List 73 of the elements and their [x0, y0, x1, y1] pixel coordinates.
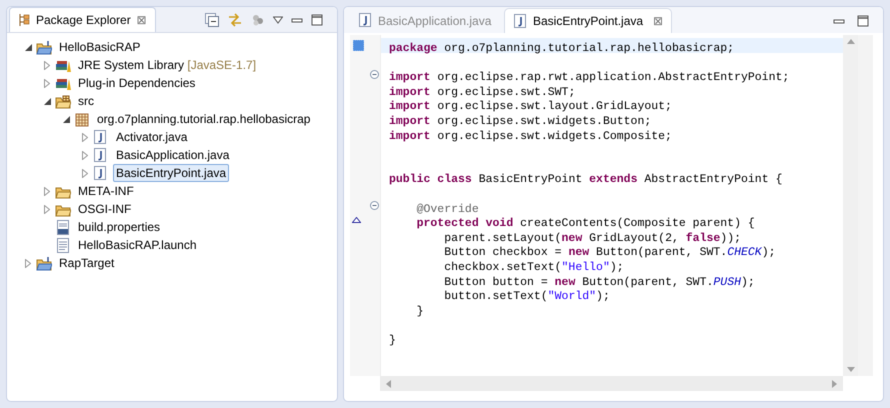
collapsed-arrow-icon[interactable] [44, 60, 50, 70]
close-icon[interactable]: ⊠ [136, 11, 147, 29]
link-arrows-icon[interactable] [227, 12, 243, 26]
horizontal-scrollbar[interactable] [380, 376, 843, 391]
tree-item[interactable]: src [75, 92, 97, 110]
collapsed-arrow-icon[interactable] [44, 204, 50, 214]
code-line: } [416, 304, 424, 318]
tree-item[interactable]: RapTarget [56, 254, 118, 272]
code-line: protected void createContents(Composite parent) { [416, 217, 755, 230]
maximize-icon[interactable] [311, 14, 323, 26]
tree-item[interactable]: org.o7planning.tutorial.rap.hellobasicrap [94, 110, 314, 128]
code-line: parent.setLayout(new GridLayout(2, false)); [443, 232, 742, 245]
scroll-down-icon[interactable] [846, 367, 854, 372]
tree-item[interactable]: HelloBasicRAP.launch [75, 236, 200, 254]
java-file-icon [513, 14, 527, 28]
code-line: import org.eclipse.swt.SWT; [389, 86, 576, 99]
tab-label: Package Explorer [36, 12, 131, 29]
code-line: import org.eclipse.swt.layout.GridLayout; [389, 100, 672, 114]
editor-tab[interactable]: BasicEntryPoint.java ⊠ [504, 8, 672, 33]
project-folder-icon [36, 40, 52, 54]
view-tab[interactable]: Package Explorer ⊠ [9, 7, 156, 32]
package-icon [74, 112, 90, 126]
code-line: button.setText("World"); [443, 290, 610, 304]
tab-label: BasicEntryPoint.java [533, 13, 644, 30]
tree-item[interactable]: Activator.java [113, 128, 190, 146]
code-line: import org.eclipse.swt.widgets.Button; [389, 114, 652, 128]
collapsed-arrow-icon[interactable] [44, 78, 50, 88]
scroll-right-icon[interactable] [832, 380, 837, 388]
collapse-fold-icon[interactable] [370, 201, 379, 210]
collapsed-arrow-icon[interactable] [82, 132, 88, 142]
collapse-all-icon[interactable] [205, 12, 219, 26]
java-file-icon [93, 148, 109, 162]
tree-item[interactable]: JRE System Library [JavaSE-1.7] [75, 56, 260, 74]
java-file-icon [93, 166, 109, 180]
tree-item[interactable]: Plug-in Dependencies [75, 74, 198, 92]
view-menu-icon[interactable] [273, 16, 283, 24]
collapsed-arrow-icon[interactable] [82, 150, 88, 160]
expanded-arrow-icon[interactable] [62, 116, 70, 122]
binary-file-icon [55, 220, 71, 234]
code-line: checkbox.setText("Hello"); [443, 260, 624, 274]
tree-item[interactable]: BasicEntryPoint.java [113, 164, 230, 182]
tree-item[interactable]: HelloBasicRAP [56, 38, 144, 56]
expanded-arrow-icon[interactable] [44, 98, 50, 104]
spheres-icon[interactable] [251, 14, 265, 26]
java-file-icon [93, 130, 109, 144]
tree-item[interactable]: build.properties [75, 218, 164, 236]
code-line: Button button = new Button(parent, SWT.PUSH); [443, 276, 755, 288]
scroll-up-icon[interactable] [846, 39, 854, 44]
collapsed-arrow-icon[interactable] [82, 168, 88, 178]
collapse-fold-icon[interactable] [370, 70, 379, 79]
package-explorer-icon [18, 13, 30, 27]
tree-item[interactable]: OSGI-INF [75, 200, 134, 218]
scroll-left-icon[interactable] [386, 380, 391, 388]
code-line: Button checkbox = new Button(parent, SWT.CHECK); [443, 246, 776, 260]
code-line: @Override [416, 202, 479, 216]
code-line: public class BasicEntryPoint extends AbstractEntryPoint { [389, 173, 782, 186]
package-folder-icon [55, 94, 71, 108]
tree-item[interactable]: BasicApplication.java [113, 146, 232, 164]
code-line: import org.eclipse.swt.widgets.Composite; [389, 130, 672, 143]
vertical-scrollbar[interactable] [843, 35, 858, 376]
java-file-icon [358, 13, 372, 28]
collapsed-arrow-icon[interactable] [25, 258, 31, 268]
code-line: } [389, 334, 396, 347]
collapsed-arrow-icon[interactable] [44, 186, 50, 196]
tree-item[interactable]: META-INF [75, 182, 137, 200]
close-icon[interactable]: ⊠ [653, 12, 664, 30]
maximize-icon[interactable] [857, 14, 869, 26]
text-file-icon [55, 238, 71, 252]
expanded-arrow-icon[interactable] [24, 44, 32, 50]
code-line: package org.o7planning.tutorial.rap.hellobasicrap; [389, 42, 734, 55]
tab-label: BasicApplication.java [378, 12, 492, 30]
project-folder-icon [36, 256, 52, 270]
code-line: import org.eclipse.rap.rwt.application.AbstractEntryPoint; [389, 71, 790, 84]
